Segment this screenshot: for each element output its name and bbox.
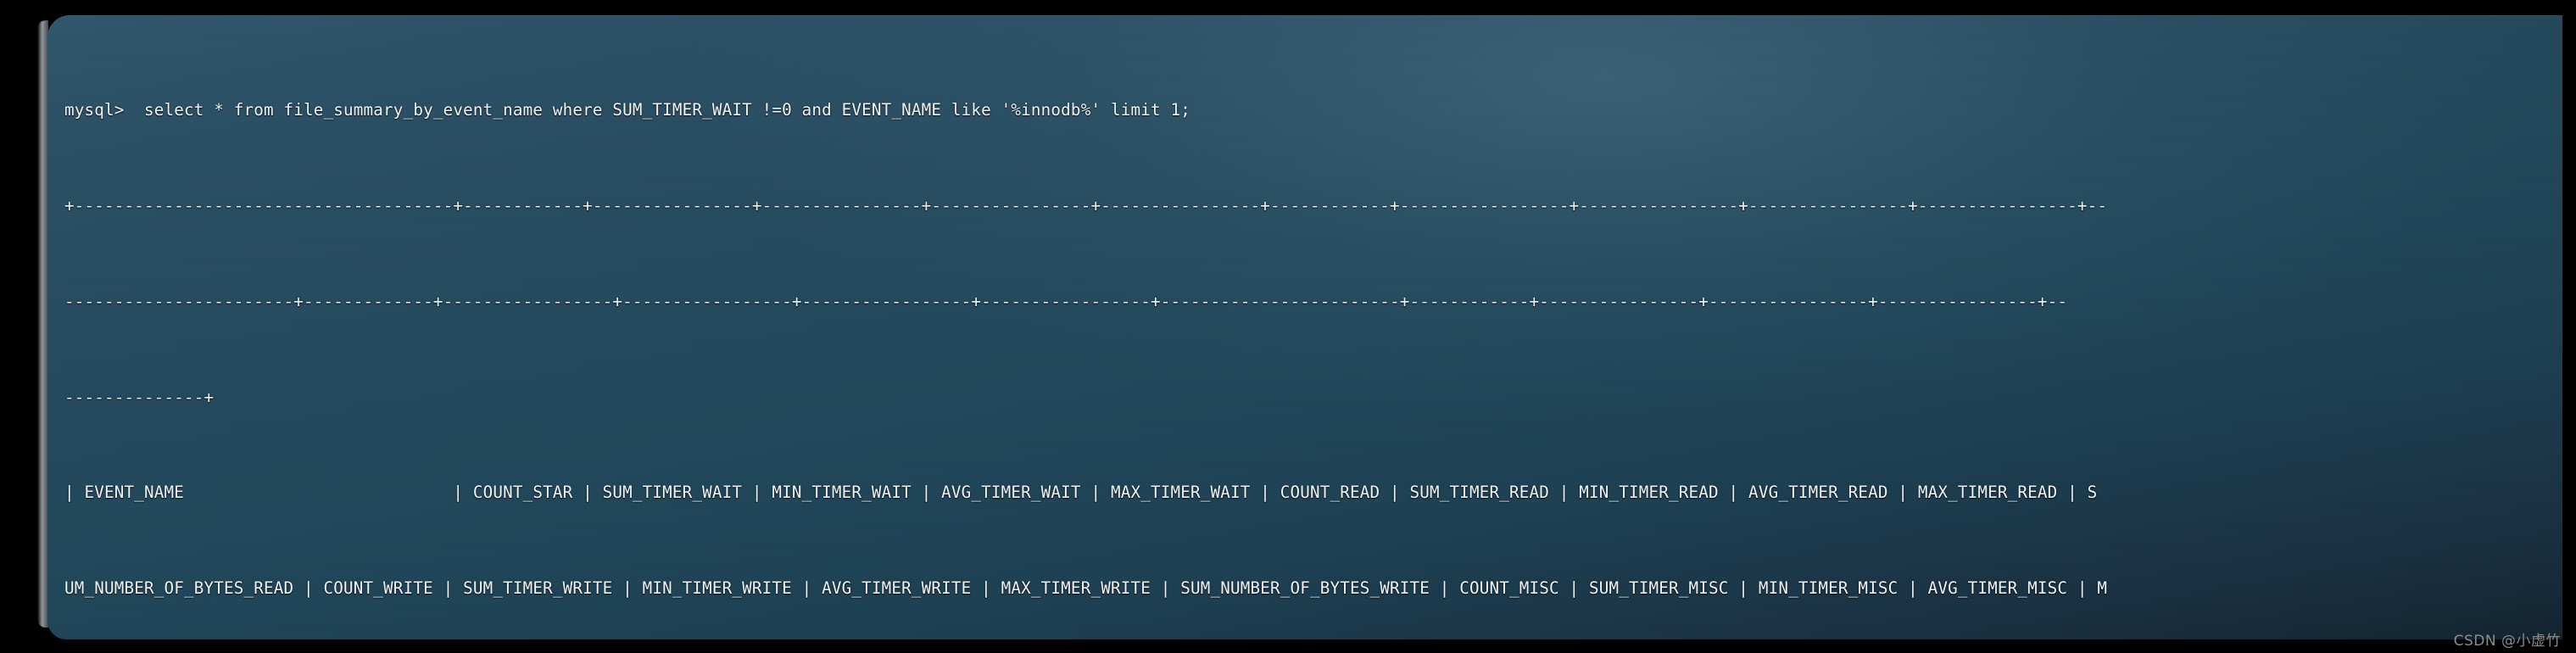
terminal-console-output[interactable]: mysql> select * from file_summary_by_eve… — [64, 31, 2562, 639]
terminal-window[interactable]: mysql> select * from file_summary_by_eve… — [47, 15, 2562, 639]
csdn-watermark: CSDN @小虚竹 — [2453, 633, 2561, 650]
terminal-line-header-a: | EVENT_NAME | COUNT_STAR | SUM_TIMER_WA… — [64, 483, 2098, 503]
screenshot-root: mysql> select * from file_summary_by_eve… — [0, 0, 2576, 653]
terminal-line-top-border-a: +--------------------------------------+… — [64, 195, 2108, 215]
terminal-line-prompt-query: mysql> select * from file_summary_by_eve… — [64, 100, 1190, 120]
terminal-line-top-border-b: -----------------------+-------------+--… — [64, 291, 2068, 311]
terminal-line-top-border-c: --------------+ — [64, 387, 215, 407]
terminal-line-header-b: UM_NUMBER_OF_BYTES_READ | COUNT_WRITE | … — [64, 578, 2108, 599]
